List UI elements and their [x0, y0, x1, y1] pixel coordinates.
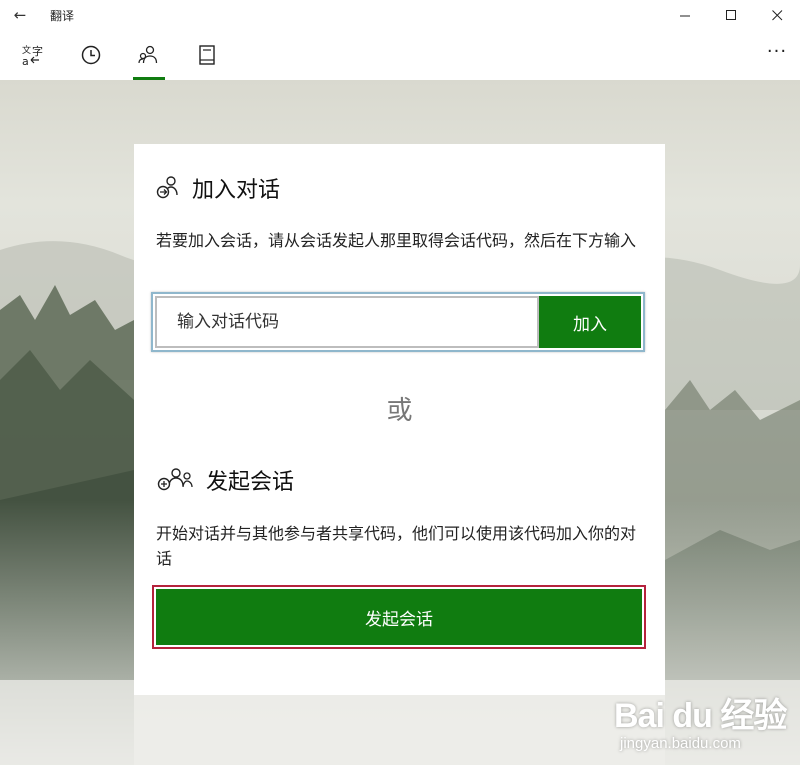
clock-icon — [81, 45, 101, 65]
join-conversation-icon — [156, 176, 178, 199]
watermark-url-text: jingyan.baidu.com — [620, 735, 741, 752]
start-button-highlight: 发起会话 — [152, 585, 646, 649]
join-description: 若要加入会话，请从会话发起人那里取得会话代码，然后在下方输入 — [156, 231, 637, 250]
close-button[interactable] — [754, 0, 800, 30]
minimize-button[interactable] — [662, 0, 708, 30]
conversation-code-input[interactable] — [155, 296, 539, 348]
or-divider: 或 — [386, 396, 413, 426]
start-description: 开始对话并与其他参与者共享代码，他们可以使用该代码加入你的对话 — [156, 524, 637, 568]
watermark-logo-text: Bai du 经验 — [614, 697, 787, 735]
join-button[interactable]: 加入 — [539, 296, 641, 348]
nav-bar: 文 字 a ··· — [0, 30, 800, 80]
start-title-text: 发起会话 — [206, 470, 295, 495]
back-arrow-icon: ← — [13, 6, 27, 24]
title-bar: ← 翻译 — [0, 0, 800, 30]
svg-text:字: 字 — [32, 44, 43, 58]
maximize-button[interactable] — [708, 0, 754, 30]
maximize-icon — [725, 9, 736, 20]
translate-icon: 文 字 a — [22, 44, 43, 66]
conversation-card: 加入对话 若要加入会话，请从会话发起人那里取得会话代码，然后在下方输入 加入 或… — [134, 144, 665, 695]
back-button[interactable]: ← — [0, 0, 40, 30]
join-code-row: 加入 — [151, 292, 645, 352]
people-icon — [138, 45, 158, 64]
window-controls — [662, 0, 800, 30]
start-section-title: 发起会话 — [156, 464, 294, 496]
close-icon — [771, 9, 782, 20]
baidu-jingyan-watermark: Bai du 经验 jingyan.baidu.com — [614, 680, 794, 760]
start-conversation-icon — [157, 468, 193, 491]
book-icon — [199, 45, 215, 65]
more-options-button[interactable]: ··· — [762, 42, 792, 68]
phrasebook-tab[interactable] — [188, 30, 226, 80]
history-tab[interactable] — [72, 30, 110, 80]
join-section-title: 加入对话 — [156, 172, 280, 204]
conversation-tab[interactable] — [130, 30, 168, 80]
join-title-text: 加入对话 — [192, 178, 281, 203]
app-title: 翻译 — [50, 8, 75, 23]
start-conversation-button[interactable]: 发起会话 — [156, 589, 642, 645]
translate-tab[interactable]: 文 字 a — [14, 30, 52, 80]
svg-text:a: a — [22, 55, 29, 66]
minimize-icon — [679, 15, 690, 16]
